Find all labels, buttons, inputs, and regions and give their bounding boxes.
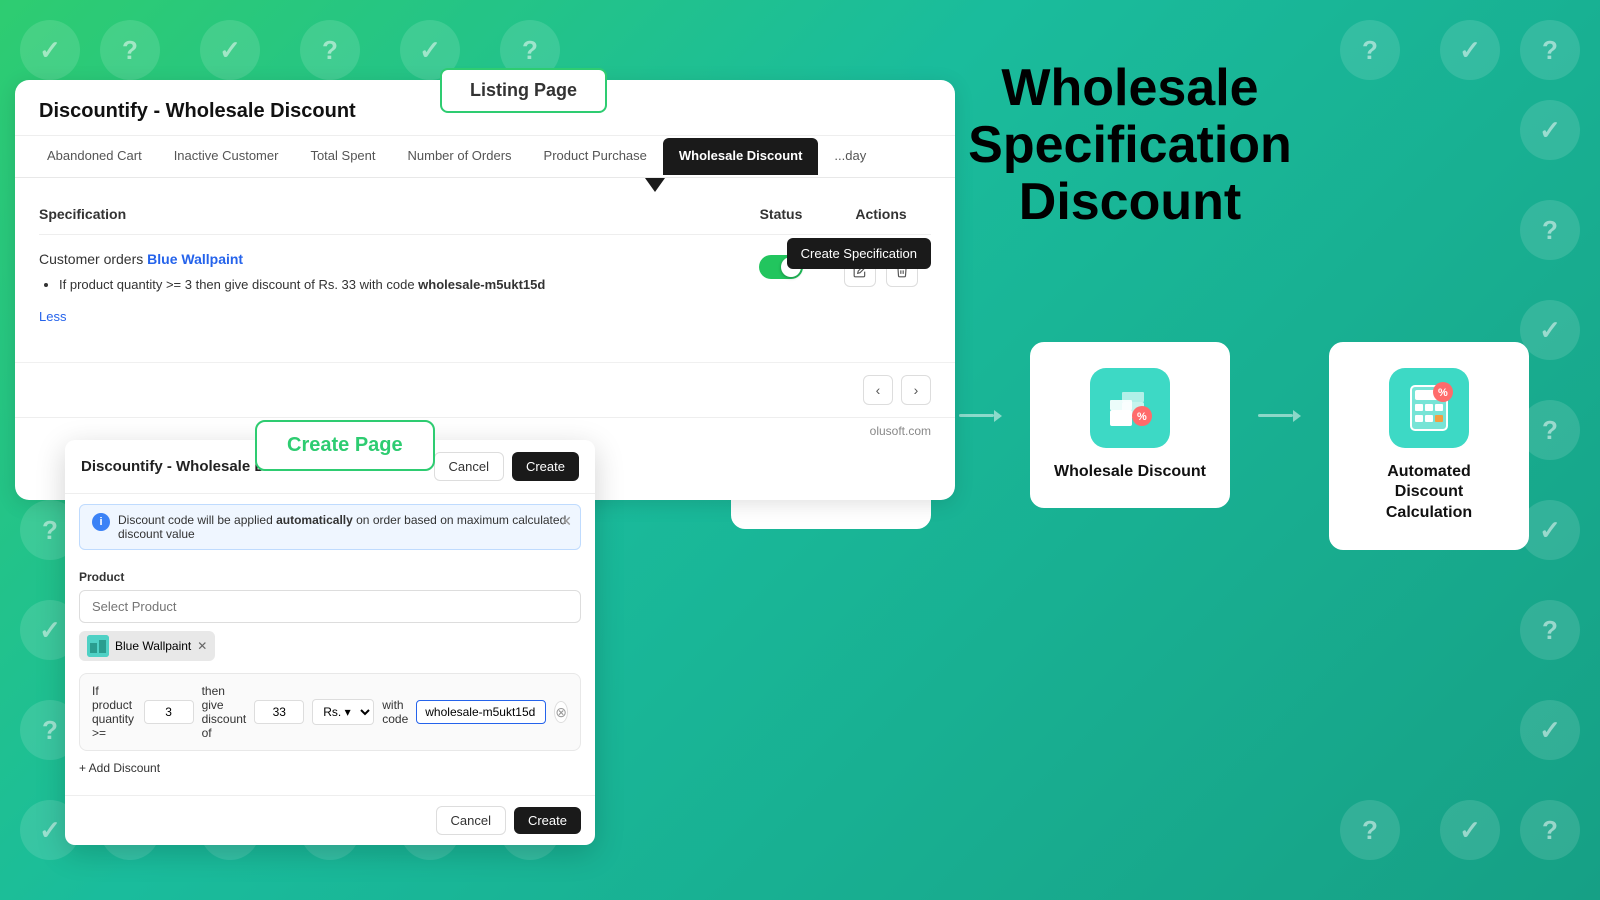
tab-abandoned-cart[interactable]: Abandoned Cart [31, 136, 158, 177]
dialog-body: Product Blue Wallpaint ✕ If product quan… [65, 560, 595, 795]
connector-2 [1258, 282, 1301, 550]
tab-wholesale-discount[interactable]: Wholesale Discount [663, 138, 819, 175]
product-tag: Blue Wallpaint ✕ [79, 631, 215, 661]
header-specification: Specification [39, 206, 731, 222]
info-close-button[interactable]: ✕ [560, 513, 572, 530]
spec-content: Customer orders Blue Wallpaint If produc… [39, 251, 731, 326]
create-page-label: Create Page [287, 434, 403, 456]
tag-remove-button[interactable]: ✕ [197, 639, 207, 653]
header-actions: Actions [831, 206, 931, 222]
create-specification-button[interactable]: Create Specification [787, 238, 931, 269]
connector-arrow-1 [994, 410, 1002, 422]
listing-page-label: Listing Page [470, 80, 577, 100]
product-select-input[interactable] [79, 590, 581, 623]
svg-text:%: % [1438, 387, 1448, 399]
product-thumbnail [87, 635, 109, 657]
dialog-header-actions: Cancel Create [434, 452, 580, 481]
qty-input[interactable] [144, 700, 194, 724]
product-tag-icon [87, 635, 109, 657]
dialog-header-cancel-button[interactable]: Cancel [434, 452, 504, 481]
connector-1 [959, 282, 1002, 550]
header-status: Status [731, 206, 831, 222]
middle-label: then give discount of [202, 684, 247, 740]
create-page-badge: Create Page [255, 420, 435, 471]
bg-icon-4: ? [300, 20, 360, 80]
feature-card-auto: % Automated Discount Calculation [1329, 342, 1529, 550]
tag-row: Blue Wallpaint ✕ [79, 631, 581, 661]
tab-inactive-customer[interactable]: Inactive Customer [158, 136, 295, 177]
bg-icon-3: ✓ [200, 20, 260, 80]
product-link[interactable]: Blue Wallpaint [147, 251, 243, 267]
title-line3: Discount [1019, 173, 1241, 231]
bg-icon-2: ? [100, 20, 160, 80]
dialog-footer: Cancel Create [65, 795, 595, 845]
svg-text:%: % [1137, 411, 1147, 423]
connector-line-1 [959, 414, 994, 417]
dialog-header-create-button[interactable]: Create [512, 452, 579, 481]
qty-prefix-label: If product quantity >= [92, 684, 136, 740]
wholesale-icon-box: % [1090, 368, 1170, 448]
tab-product-purchase[interactable]: Product Purchase [528, 136, 663, 177]
feature-label-auto: Automated Discount Calculation [1351, 462, 1507, 524]
connector-arrow-2 [1293, 410, 1301, 422]
discount-row: If product quantity >= then give discoun… [79, 673, 581, 751]
create-dialog: Discountify - Wholesale Discount Cancel … [65, 440, 595, 845]
title-line2: Specification [968, 116, 1292, 174]
info-text: Discount code will be applied automatica… [118, 513, 568, 541]
discount-value-input[interactable] [254, 700, 304, 724]
auto-icon-box: % [1389, 368, 1469, 448]
title-line1: Wholesale [1001, 59, 1258, 117]
info-banner: i Discount code will be applied automati… [79, 504, 581, 550]
remove-row-button[interactable]: ⊗ [554, 701, 568, 723]
spec-list: If product quantity >= 3 then give disco… [39, 275, 731, 295]
spec-list-item: If product quantity >= 3 then give disco… [59, 275, 731, 295]
footer-create-button[interactable]: Create [514, 807, 581, 834]
connector-line-2 [1258, 414, 1293, 417]
feature-card-wholesale: % Wholesale Discount [1030, 342, 1230, 509]
bg-icon-1: ✓ [20, 20, 80, 80]
add-discount-link[interactable]: + Add Discount [79, 761, 160, 775]
feature-label-wholesale: Wholesale Discount [1054, 462, 1206, 483]
product-field-label: Product [79, 570, 581, 584]
feature-wholesale: % Wholesale Discount [1030, 342, 1230, 550]
main-card: Discountify - Wholesale Discount Abandon… [15, 80, 955, 500]
code-label: with code [382, 698, 408, 726]
tab-arrow-icon [645, 178, 665, 192]
tabs-row: Abandoned Cart Inactive Customer Total S… [15, 136, 955, 178]
email-text: olusoft.com [870, 424, 931, 438]
next-page-button[interactable]: › [901, 375, 931, 405]
currency-select[interactable]: Rs. ▾ $ € [312, 699, 374, 725]
table-headers: Specification Status Actions [39, 198, 931, 235]
info-icon: i [92, 513, 110, 531]
tab-bday[interactable]: ...day [818, 136, 882, 177]
wholesale-icon: % [1104, 382, 1156, 434]
spec-title: Customer orders Blue Wallpaint [39, 251, 731, 267]
tab-number-of-orders[interactable]: Number of Orders [392, 136, 528, 177]
tab-total-spent[interactable]: Total Spent [294, 136, 391, 177]
main-title: Wholesale Specification Discount [968, 30, 1292, 232]
footer-cancel-button[interactable]: Cancel [436, 806, 506, 835]
less-link[interactable]: Less [39, 309, 66, 324]
auto-icon: % [1403, 382, 1455, 434]
discount-code-input[interactable] [416, 700, 546, 724]
prev-page-button[interactable]: ‹ [863, 375, 893, 405]
feature-auto: % Automated Discount Calculation [1329, 342, 1529, 550]
pagination-row: ‹ › [15, 362, 955, 417]
table-area: Specification Status Actions Customer or… [15, 178, 955, 362]
listing-page-badge: Listing Page [440, 68, 607, 113]
product-tag-label: Blue Wallpaint [115, 639, 191, 653]
